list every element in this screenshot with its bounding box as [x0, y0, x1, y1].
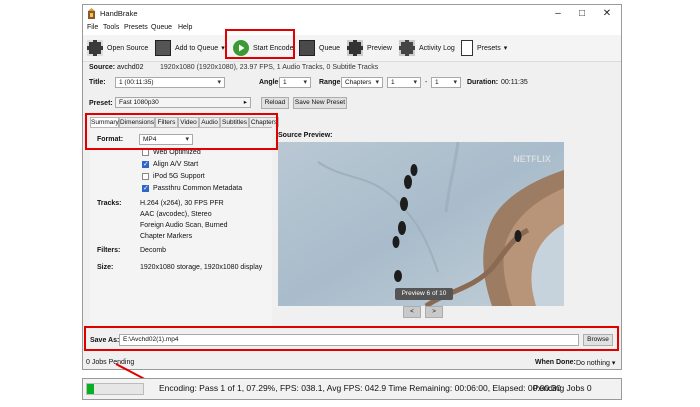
- encode-progress-fill: [87, 384, 94, 394]
- web-optimized-label: Web Optimized: [153, 149, 201, 156]
- passthru-metadata-label: Passthru Common Metadata: [153, 185, 243, 192]
- title-bar: HandBrake – □ ✕: [83, 5, 621, 23]
- preset-label: Preset:: [89, 100, 113, 107]
- save-new-preset-button[interactable]: Save New Preset: [293, 97, 347, 109]
- film-icon: [87, 40, 103, 56]
- pending-jobs-text: Pending Jobs 0: [533, 383, 592, 393]
- add-to-queue-label: Add to Queue: [175, 44, 219, 52]
- activity-log-icon: [399, 40, 415, 56]
- source-label: Source:: [89, 64, 116, 71]
- encoding-status-text: Encoding: Pass 1 of 1, 07.29%, FPS: 038.…: [159, 383, 561, 393]
- maximize-button[interactable]: □: [571, 6, 593, 21]
- range-mode-select[interactable]: Chapters: [341, 77, 383, 88]
- preset-selector[interactable]: Fast 1080p30 ▸: [115, 97, 251, 108]
- handbrake-window: HandBrake – □ ✕ File Tools Presets Queue…: [82, 4, 622, 370]
- add-queue-icon: [155, 40, 171, 56]
- range-label: Range:: [319, 79, 343, 86]
- close-button[interactable]: ✕: [596, 6, 618, 21]
- next-preview-button[interactable]: >: [425, 306, 443, 318]
- queue-label: Queue: [319, 44, 341, 52]
- source-preview-label: Source Preview:: [278, 132, 333, 139]
- presets-icon: [461, 40, 473, 56]
- size-value: 1920x1080 storage, 1920x1080 display: [140, 264, 263, 271]
- chevron-down-icon: ▾: [611, 360, 616, 367]
- activity-log-label: Activity Log: [419, 44, 455, 52]
- previous-preview-button[interactable]: <: [403, 306, 421, 318]
- highlight-start-encode: [225, 29, 295, 59]
- ipod-5g-support-checkbox[interactable]: [142, 173, 149, 180]
- ipod-5g-support-label: iPod 5G Support: [153, 173, 205, 180]
- when-done-value: Do nothing: [576, 360, 610, 367]
- range-separator: -: [425, 79, 428, 86]
- title-label: Title:: [89, 79, 106, 86]
- preview-counter: Preview 6 of 10: [395, 288, 453, 300]
- align-av-start-label: Align A/V Start: [153, 161, 199, 168]
- highlight-format: [85, 113, 278, 150]
- window-title: HandBrake: [100, 9, 138, 18]
- preset-value: Fast 1080p30: [119, 99, 159, 106]
- menu-presets[interactable]: Presets: [124, 24, 148, 31]
- filters-value: Decomb: [140, 247, 167, 254]
- queue-icon: [299, 40, 315, 56]
- size-label: Size:: [97, 264, 114, 271]
- netflix-watermark: NETFLIX: [513, 154, 551, 164]
- source-name: avchd02: [117, 64, 144, 71]
- preview-icon: [347, 40, 363, 56]
- range-end-select[interactable]: 1: [431, 77, 461, 88]
- chevron-down-icon: ▾: [503, 45, 508, 52]
- track-item: H.264 (x264), 30 FPS PFR: [140, 200, 224, 207]
- track-item: Chapter Markers: [140, 233, 193, 240]
- open-source-label: Open Source: [107, 44, 149, 52]
- presets-label: Presets: [477, 44, 501, 52]
- queue-button[interactable]: Queue: [299, 38, 340, 58]
- web-optimized-checkbox[interactable]: [142, 149, 149, 156]
- menu-bar: File Tools Presets Queue Help: [83, 23, 621, 35]
- toolbar: Open Source Add to Queue ▾ Start Encode …: [83, 35, 621, 62]
- minimize-button[interactable]: –: [547, 6, 569, 21]
- menu-help[interactable]: Help: [178, 24, 192, 31]
- angle-label: Angle:: [259, 79, 281, 86]
- open-source-button[interactable]: Open Source: [87, 38, 148, 58]
- duration-value: 00:11:35: [501, 79, 528, 86]
- duration-label: Duration:: [467, 79, 499, 86]
- when-done-label: When Done:: [535, 359, 576, 366]
- menu-queue[interactable]: Queue: [151, 24, 172, 31]
- preview-label: Preview: [367, 44, 392, 52]
- preview-button[interactable]: Preview: [347, 38, 392, 58]
- angle-select[interactable]: 1: [279, 77, 311, 88]
- filters-label: Filters:: [97, 247, 121, 254]
- handbrake-logo-icon: [88, 8, 95, 19]
- source-info: 1920x1080 (1920x1080), 23.97 FPS, 1 Audi…: [160, 64, 379, 71]
- track-item: Foreign Audio Scan, Burned: [140, 222, 228, 229]
- title-select[interactable]: 1 (00:11:35): [115, 77, 225, 88]
- tracks-label: Tracks:: [97, 200, 122, 207]
- add-to-queue-button[interactable]: Add to Queue ▾: [155, 38, 225, 58]
- presets-button[interactable]: Presets ▾: [461, 38, 507, 58]
- activity-log-button[interactable]: Activity Log: [399, 38, 455, 58]
- align-av-start-checkbox[interactable]: [142, 160, 149, 168]
- highlight-save-as: [84, 326, 619, 351]
- chevron-right-icon: ▸: [243, 99, 247, 106]
- menu-tools[interactable]: Tools: [103, 24, 119, 31]
- encoding-status-bar: Encoding: Pass 1 of 1, 07.29%, FPS: 038.…: [82, 378, 622, 400]
- range-start-select[interactable]: 1: [387, 77, 421, 88]
- menu-file[interactable]: File: [87, 24, 98, 31]
- track-item: AAC (avcodec), Stereo: [140, 211, 212, 218]
- encode-progress-bar: [86, 383, 144, 395]
- preview-image: NETFLIX: [278, 142, 564, 306]
- passthru-metadata-checkbox[interactable]: [142, 184, 149, 192]
- when-done-select[interactable]: Do nothing ▾: [576, 359, 615, 367]
- reload-button[interactable]: Reload: [261, 97, 289, 109]
